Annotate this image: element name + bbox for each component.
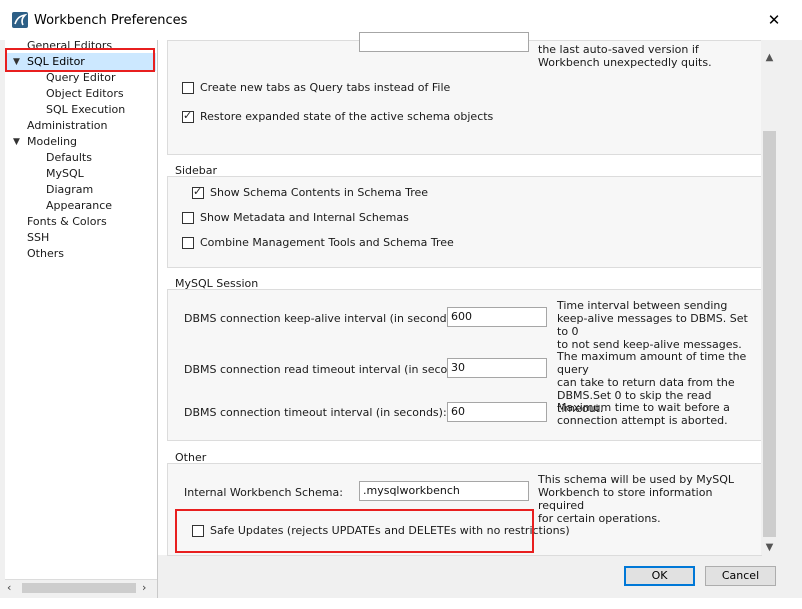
tree-item-general-editors[interactable]: General Editors [27,38,112,50]
tree-item-appearance[interactable]: Appearance [46,198,112,214]
cancel-button[interactable]: Cancel [705,566,776,586]
desc-line: Workbench to store information required [538,486,713,512]
ok-button[interactable]: OK [624,566,695,586]
combine-management-label: Combine Management Tools and Schema Tree [200,236,454,249]
window-title: Workbench Preferences [34,13,188,28]
scroll-thumb[interactable] [22,583,136,593]
show-schema-contents-label: Show Schema Contents in Schema Tree [210,186,429,199]
read-timeout-input[interactable]: 30 [447,358,547,378]
safe-updates-label: Safe Updates (rejects UPDATEs and DELETE… [210,524,570,537]
expand-arrow-icon[interactable]: ▼ [13,57,20,67]
tree-item-ssh[interactable]: SSH [27,230,49,246]
create-query-tabs-checkbox[interactable] [182,82,194,94]
tree-item-administration[interactable]: Administration [27,118,108,134]
chevron-left-icon[interactable]: ‹ [7,581,11,594]
tree-item-modeling[interactable]: Modeling [27,134,77,150]
keep-alive-description: Time interval between sending keep-alive… [557,299,757,351]
tree-item-sql-execution[interactable]: SQL Execution [46,102,125,118]
window-bottom-edge [0,598,802,609]
tree-item-defaults[interactable]: Defaults [46,150,92,166]
chevron-down-icon[interactable]: ▼ [761,542,778,553]
close-icon[interactable]: ✕ [764,9,784,31]
desc-line: keep-alive messages to DBMS. Set to 0 [557,312,748,338]
scroll-thumb[interactable] [763,131,776,537]
auto-save-description: the last auto-saved version if Workbench… [538,43,712,69]
restore-expanded-state-checkbox[interactable] [182,109,194,123]
tree-item-sql-editor-selected[interactable]: SQL Editor [27,54,85,70]
connection-timeout-description: Maximum time to wait before a connection… [557,401,757,427]
preferences-tree: General Editors ▼ SQL Editor Query Edito… [5,38,158,598]
auto-save-input[interactable] [359,32,529,52]
desc-line: Time interval between sending [557,299,728,312]
chevron-up-icon[interactable]: ▲ [761,52,778,63]
show-metadata-label: Show Metadata and Internal Schemas [200,211,409,224]
internal-schema-description: This schema will be used by MySQL Workbe… [538,473,753,525]
internal-schema-label: Internal Workbench Schema: [184,486,343,499]
tree-item-mysql[interactable]: MySQL [46,166,84,182]
show-metadata-checkbox[interactable] [182,212,194,224]
read-timeout-label: DBMS connection read timeout interval (i… [184,363,475,376]
desc-line: connection attempt is aborted. [557,414,728,427]
desc-line: Maximum time to wait before a [557,401,730,414]
desc-line: This schema will be used by MySQL [538,473,735,486]
safe-updates-checkbox[interactable] [192,525,204,537]
show-schema-contents-checkbox[interactable] [192,185,204,199]
keep-alive-input[interactable]: 600 [447,307,547,327]
create-query-tabs-label: Create new tabs as Query tabs instead of… [200,81,451,94]
desc-line: The maximum amount of time the query [557,350,747,376]
tree-item-diagram[interactable]: Diagram [46,182,93,198]
desc-line: for certain operations. [538,512,661,525]
desc-line: can take to return data from the [557,376,735,389]
connection-timeout-label: DBMS connection timeout interval (in sec… [184,406,447,419]
tree-item-query-editor[interactable]: Query Editor [46,70,115,86]
tree-item-object-editors[interactable]: Object Editors [46,86,124,102]
combine-management-checkbox[interactable] [182,237,194,249]
mysql-workbench-icon [12,12,28,28]
keep-alive-label: DBMS connection keep-alive interval (in … [184,312,461,325]
tree-item-others[interactable]: Others [27,246,64,262]
connection-timeout-input[interactable]: 60 [447,402,547,422]
chevron-right-icon[interactable]: › [142,581,146,594]
tree-item-fonts-colors[interactable]: Fonts & Colors [27,214,107,230]
internal-schema-input[interactable]: .mysqlworkbench [359,481,529,501]
restore-expanded-state-label: Restore expanded state of the active sch… [200,110,494,123]
expand-arrow-icon[interactable]: ▼ [13,137,20,147]
